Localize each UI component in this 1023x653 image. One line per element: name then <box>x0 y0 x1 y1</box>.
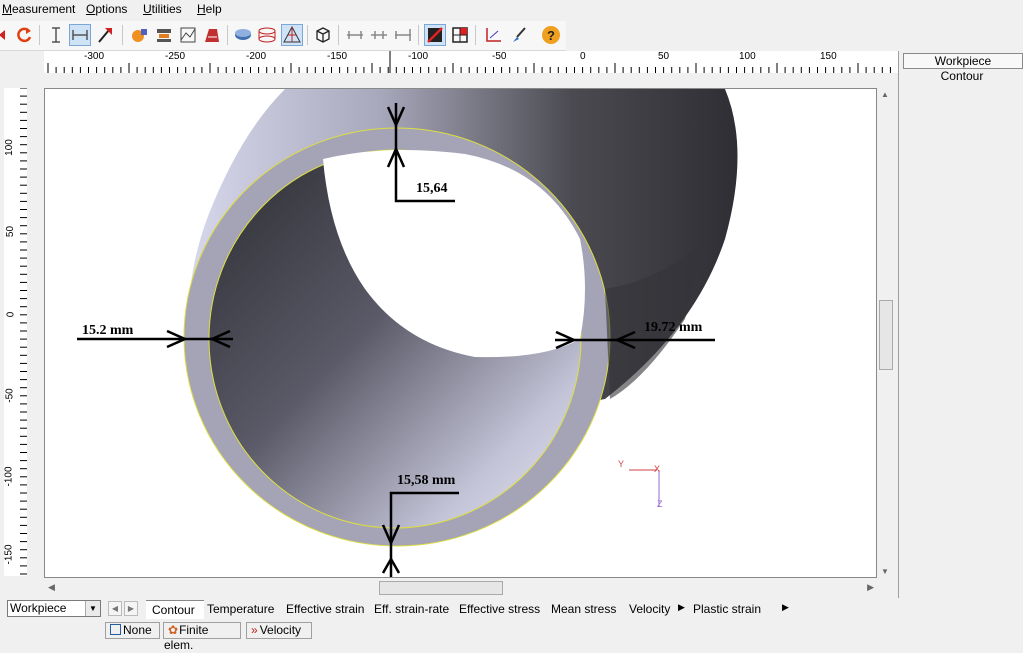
toolbar-separator <box>122 25 123 45</box>
object-icon-2[interactable] <box>153 24 175 46</box>
arrow-tool-icon[interactable] <box>94 24 116 46</box>
tab-scroll-left-icon[interactable]: ◀ <box>108 601 122 616</box>
status-none-label: None <box>123 623 152 637</box>
brush-icon[interactable] <box>508 24 530 46</box>
dimension-bottom-label: 15,58 mm <box>397 473 456 488</box>
axis-z-label: Z <box>657 499 663 509</box>
measure-icon-3[interactable] <box>392 24 414 46</box>
tree-item-contour[interactable]: Contour <box>903 69 1021 83</box>
toolbar-separator <box>227 25 228 45</box>
vertical-scroll-thumb[interactable] <box>879 300 893 370</box>
ruler-tick-label: -150 <box>327 51 348 62</box>
toolbar: ? <box>0 21 566 51</box>
chevron-down-icon[interactable]: ▼ <box>85 601 100 616</box>
cube-icon[interactable] <box>312 24 334 46</box>
ruler-tick-label: 150 <box>820 51 837 62</box>
ruler-tick-label: -50 <box>492 51 507 62</box>
measure-icon-2[interactable] <box>368 24 390 46</box>
help-icon[interactable]: ? <box>540 24 562 46</box>
status-bar: None ✿Finite elem. » Velocity <box>0 620 1023 652</box>
object-icon-1[interactable] <box>129 24 151 46</box>
measure-icon-1[interactable] <box>344 24 366 46</box>
object-icon-3[interactable] <box>177 24 199 46</box>
object-select[interactable]: Workpiece ▼ <box>7 600 101 617</box>
ruler-tick-label: 0 <box>5 311 17 318</box>
box-icon <box>110 624 121 635</box>
tab-temperature[interactable]: Temperature <box>201 600 274 618</box>
dimension-top-label: 15,64 <box>416 181 448 196</box>
ruler-tick-label: -100 <box>3 466 15 487</box>
menu-bar: Measurement Options Utilities Help <box>0 0 1023 19</box>
tab-mean-stress[interactable]: Mean stress <box>545 600 616 618</box>
menu-help[interactable]: Help <box>197 2 222 16</box>
status-finite-elem[interactable]: ✿Finite elem. <box>163 622 241 652</box>
object-select-value: Workpiece <box>10 601 67 615</box>
tab-contour[interactable]: Contour <box>146 600 204 619</box>
tab-effective-strain[interactable]: Effective strain <box>280 600 364 618</box>
toolbar-separator <box>475 25 476 45</box>
dimension-right-label: 19.72 mm <box>644 320 703 335</box>
3d-viewport[interactable]: 15,64 15.2 mm 19.72 mm 15,58 mm Y X Z <box>44 88 877 578</box>
mesh-icon: ✿ <box>168 623 179 637</box>
axis-triad <box>629 469 660 507</box>
ruler-tick-label: 0 <box>580 51 586 62</box>
scroll-right-icon[interactable]: ▶ <box>867 582 874 593</box>
rotate-icon[interactable] <box>13 24 35 46</box>
menu-measurement[interactable]: Measurement <box>2 2 75 16</box>
ruler-tick-label: -50 <box>4 388 16 403</box>
vertical-ruler: 100 50 0 -50 -100 -150 <box>4 88 27 576</box>
menu-utilities[interactable]: Utilities <box>143 2 182 16</box>
horizontal-scroll-thumb[interactable] <box>379 581 503 595</box>
svg-text:?: ? <box>547 28 555 43</box>
ruler-tick-label: 100 <box>3 139 15 156</box>
toggle-icon-2[interactable] <box>449 24 471 46</box>
velocity-arrow-icon: » <box>251 623 258 637</box>
object-icon-4[interactable] <box>201 24 223 46</box>
tree-item-workpiece[interactable]: Workpiece <box>903 53 1023 69</box>
toggle-icon-1[interactable] <box>424 24 446 46</box>
cylinder-icon[interactable] <box>256 24 278 46</box>
horizontal-ruler: -300 -250 -200 -150 -100 -50 0 50 100 15… <box>44 51 898 73</box>
tab-plastic-strain[interactable]: Plastic strain <box>687 600 761 618</box>
ruler-tick-label: -100 <box>408 51 429 62</box>
disc-icon[interactable] <box>232 24 254 46</box>
toolbar-separator <box>338 25 339 45</box>
scroll-up-icon[interactable]: ▲ <box>881 90 889 99</box>
menu-options[interactable]: Options <box>86 2 127 16</box>
tab-effective-stress[interactable]: Effective stress <box>453 600 540 618</box>
tube-rendering <box>77 89 738 577</box>
scroll-left-icon[interactable]: ◀ <box>48 582 55 593</box>
dimension-horizontal-icon[interactable] <box>69 24 91 46</box>
dimension-left-label: 15.2 mm <box>82 323 134 338</box>
tab-arrow-icon: ▶ <box>678 602 685 612</box>
vertical-scrollbar[interactable]: ▲ ▼ <box>878 88 895 578</box>
tab-velocity[interactable]: Velocity <box>623 600 670 618</box>
result-tabs-bar: Workpiece ▼ ◀ ▶ Contour Temperature Effe… <box>0 598 1023 620</box>
tab-eff-strain-rate[interactable]: Eff. strain-rate <box>368 600 449 618</box>
status-none[interactable]: None <box>105 622 160 639</box>
status-velocity[interactable]: » Velocity <box>246 622 312 639</box>
ruler-tick-label: -200 <box>246 51 267 62</box>
dimension-vertical-icon[interactable] <box>45 24 67 46</box>
ruler-tick-label: 50 <box>5 225 17 238</box>
toolbar-separator <box>418 25 419 45</box>
toolbar-separator <box>39 25 40 45</box>
ruler-tick-label: -250 <box>165 51 186 62</box>
ruler-tick-label: -150 <box>3 544 15 565</box>
ruler-tick-label: -300 <box>84 51 105 62</box>
axis-x-label: X <box>654 464 661 474</box>
axes-icon[interactable] <box>482 24 504 46</box>
status-velocity-label: Velocity <box>259 623 302 637</box>
tab-scroll-right-icon[interactable]: ▶ <box>124 601 138 616</box>
ruler-tick-label: 100 <box>739 51 756 62</box>
object-tree-panel: Workpiece Contour <box>898 51 1023 598</box>
toolbar-separator <box>307 25 308 45</box>
axis-y-label: Y <box>618 459 625 469</box>
mesh-triangle-icon[interactable] <box>281 24 303 46</box>
ruler-tick-label: 50 <box>658 51 670 62</box>
scroll-down-icon[interactable]: ▼ <box>881 567 889 576</box>
horizontal-scrollbar[interactable]: ◀ ▶ <box>44 580 878 597</box>
tab-arrow-icon: ▶ <box>782 602 789 612</box>
